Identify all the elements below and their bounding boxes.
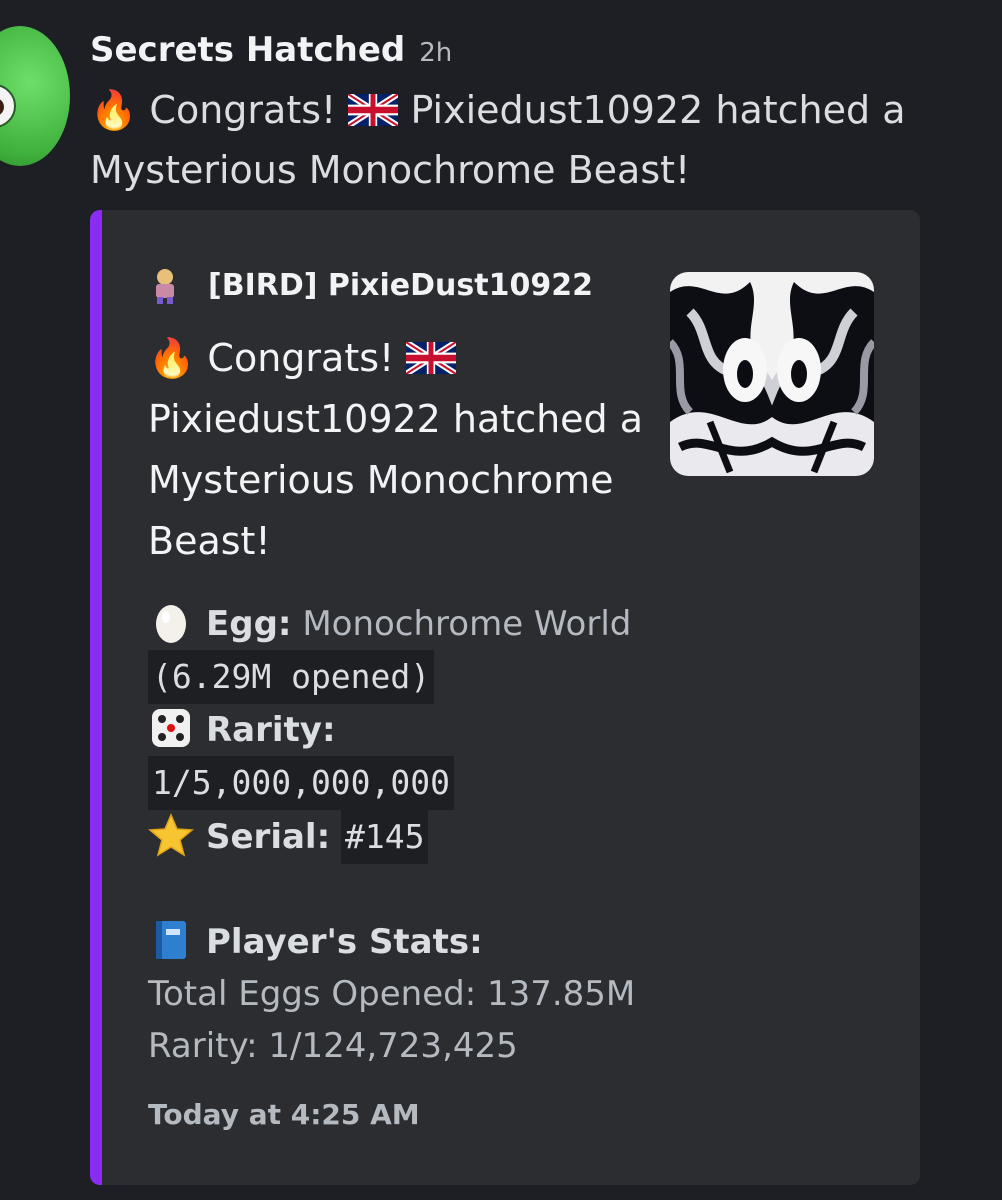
embed-footer-timestamp: Today at 4:25 AM: [148, 1098, 420, 1131]
dice-icon: [152, 709, 190, 747]
egg-value: Monochrome World: [302, 604, 632, 644]
chat-message: Secrets Hatched 2h 🔥 Congrats! Pixiedust…: [0, 0, 1002, 1200]
message-congrats: Congrats!: [149, 88, 337, 132]
fire-icon: 🔥: [90, 88, 138, 132]
egg-opened-count: (6.29M opened): [148, 650, 435, 704]
stats-label: Player's Stats:: [206, 922, 483, 962]
serial-value: #145: [340, 810, 429, 864]
embed-author-name[interactable]: [BIRD] PixieDust10922: [208, 268, 593, 303]
message-header: Secrets Hatched 2h: [90, 30, 452, 70]
message-timestamp: 2h: [419, 38, 453, 68]
bot-avatar[interactable]: [0, 26, 70, 166]
player-avatar-icon[interactable]: [148, 266, 182, 304]
total-eggs-opened: Total Eggs Opened: 137.85M: [148, 974, 636, 1014]
embed-congrats: Congrats!: [207, 336, 395, 380]
egg-icon: [156, 605, 186, 643]
author-username[interactable]: Secrets Hatched: [90, 30, 405, 70]
serial-label: Serial:: [206, 817, 331, 857]
player-rarity: Rarity: 1/124,723,425: [148, 1026, 518, 1066]
uk-flag-icon: [406, 342, 457, 374]
fire-icon: 🔥: [148, 336, 196, 380]
embed-description-body: Pixiedust10922 hatched a Mysterious Mono…: [148, 397, 644, 563]
book-icon: [156, 921, 186, 959]
embed-description: 🔥 Congrats! Pixiedust10922 hatched a Mys…: [148, 328, 648, 572]
embed-card: [BIRD] PixieDust10922 🔥 Congrats! Pixied…: [90, 210, 920, 1185]
star-icon: [148, 813, 194, 857]
pet-thumbnail[interactable]: [670, 272, 874, 476]
rarity-value: 1/5,000,000,000: [148, 756, 455, 810]
egg-label: Egg:: [206, 604, 292, 644]
embed-author: [BIRD] PixieDust10922: [148, 266, 593, 304]
embed-fields: Egg: Monochrome World (6.29M opened) Rar…: [148, 598, 848, 1072]
message-content: 🔥 Congrats! Pixiedust10922 hatched a Mys…: [90, 80, 920, 200]
rarity-label: Rarity:: [206, 710, 336, 750]
uk-flag-icon: [348, 94, 399, 126]
